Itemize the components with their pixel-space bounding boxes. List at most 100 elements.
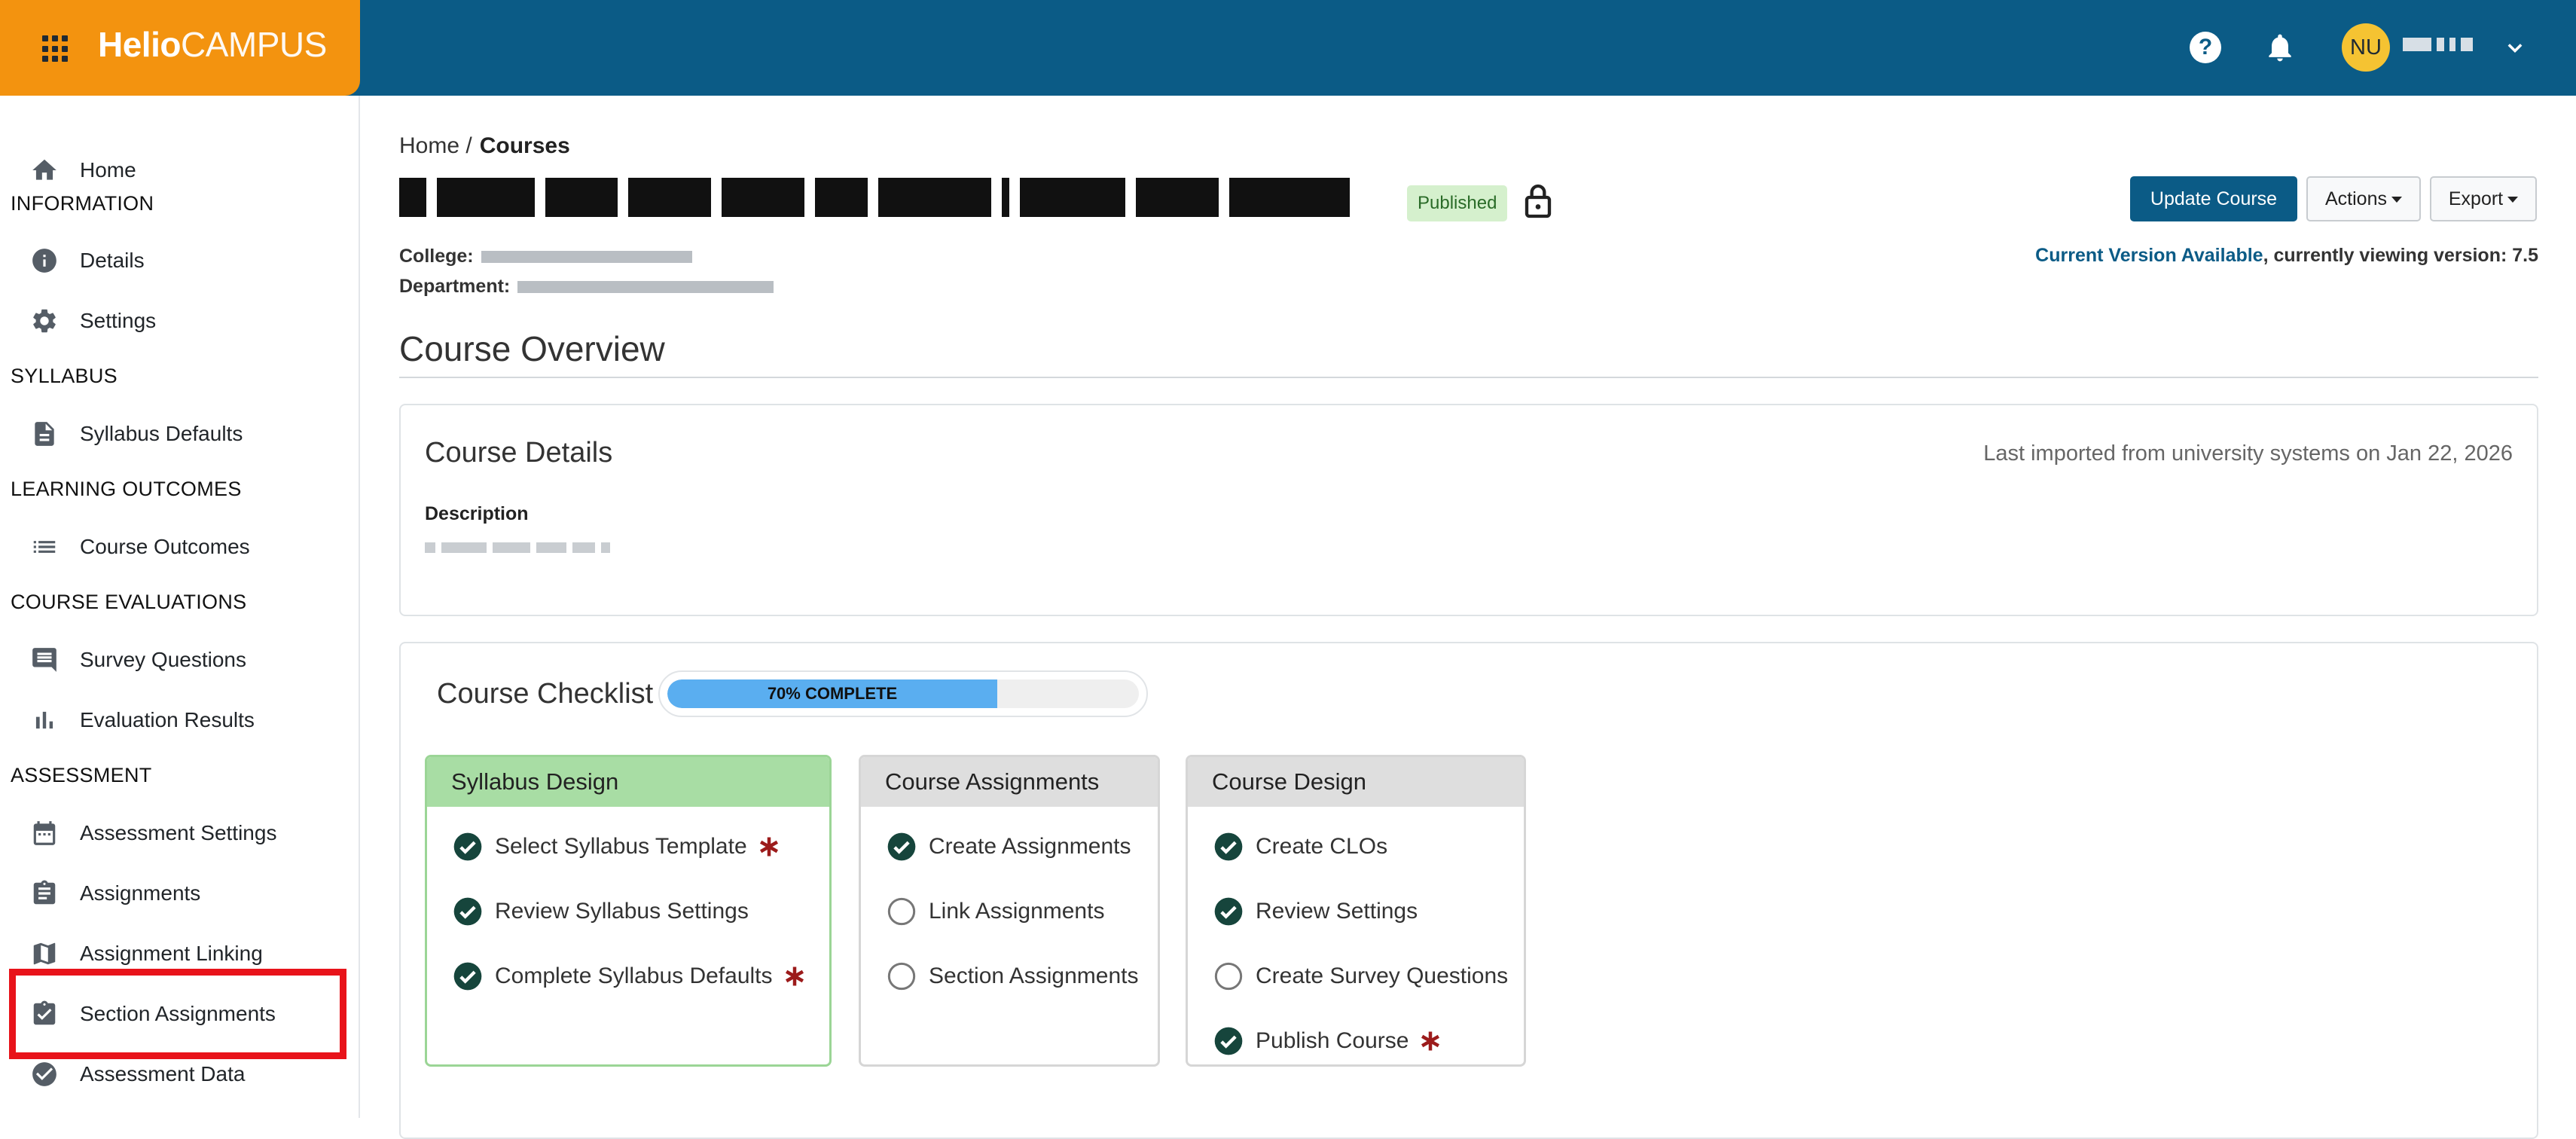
department-value-redacted [517, 281, 774, 294]
card-title: Course Checklist [437, 678, 654, 710]
list-icon [33, 541, 56, 553]
sidebar-item-label: Details [80, 249, 145, 272]
sidebar-item-label: Assignments [80, 881, 201, 905]
course-details-card: Course Details Last imported from univer… [399, 404, 2538, 616]
sidebar-item-label: Survey Questions [80, 648, 246, 671]
checklist-item[interactable]: Create CLOs [1213, 814, 1524, 879]
sidebar-item-assignments[interactable]: Assignments [30, 871, 346, 916]
sidebar: Home INFORMATION Details Settings SYLLAB… [0, 96, 360, 1118]
heliocampus-logo[interactable]: HelioCAMPUS [98, 24, 327, 65]
current-version-link[interactable]: Current Version Available [2035, 245, 2263, 266]
sidebar-item-label: Syllabus Defaults [80, 422, 243, 445]
sidebar-heading-assessment: ASSESSMENT [11, 764, 152, 786]
checklist-group-syllabus-design: Syllabus Design Select Syllabus Template… [425, 755, 832, 1067]
checklist-item[interactable]: Review Syllabus Settings [453, 879, 829, 944]
info-icon [32, 249, 56, 273]
college-label: College: [399, 246, 474, 267]
course-title-redacted [399, 178, 1401, 226]
version-info: Current Version Available, currently vie… [2035, 245, 2538, 267]
map-icon [33, 942, 56, 965]
checklist-item[interactable]: Section Assignments [887, 944, 1158, 1009]
checklist-progress-bar: 70% COMPLETE [658, 670, 1148, 717]
highlight-annotation-box [9, 969, 346, 1059]
required-asterisk-icon [759, 837, 778, 857]
checklist-item-label: Create CLOs [1256, 834, 1388, 859]
college-value-redacted [481, 251, 692, 264]
department-label: Department: [399, 276, 511, 297]
sidebar-item-label: Course Outcomes [80, 535, 250, 558]
checklist-item[interactable]: Create Survey Questions [1213, 944, 1524, 1009]
checklist-item[interactable]: Select Syllabus Template [453, 814, 829, 879]
check-circle-icon [453, 832, 482, 861]
import-status-text: Last imported from university systems on… [1983, 441, 2513, 466]
caret-down-icon [2391, 197, 2402, 203]
sidebar-item-course-outcomes[interactable]: Course Outcomes [30, 524, 346, 570]
chevron-down-icon[interactable] [2504, 38, 2526, 59]
empty-circle-icon [887, 962, 916, 991]
progress-track: 70% COMPLETE [667, 679, 1139, 708]
actions-label: Actions [2325, 188, 2387, 209]
check-circle-icon [32, 1062, 56, 1086]
checklist-item-label: Section Assignments [929, 963, 1139, 988]
checklist-item-label: Create Assignments [929, 834, 1131, 859]
export-label: Export [2448, 188, 2504, 209]
checklist-group-title: Course Assignments [861, 757, 1158, 807]
required-asterisk-icon [785, 966, 804, 986]
department-field: Department: [399, 276, 774, 298]
checklist-item[interactable]: Link Assignments [887, 879, 1158, 944]
user-name-redacted[interactable] [2403, 38, 2484, 57]
brand-area: HelioCAMPUS [0, 0, 360, 96]
export-dropdown-button[interactable]: Export [2430, 176, 2537, 221]
sidebar-item-label: Home [80, 158, 136, 182]
sidebar-item-details[interactable]: Details [30, 238, 346, 283]
college-field: College: [399, 246, 692, 267]
checklist-item-label: Link Assignments [929, 899, 1105, 924]
breadcrumb-current: Courses [479, 133, 570, 158]
checklist-group-course-design: Course Design Create CLOs Review Setting… [1186, 755, 1526, 1067]
checklist-item-label: Review Syllabus Settings [495, 899, 749, 924]
breadcrumb: Home / Courses [399, 133, 570, 159]
checklist-group-course-assignments: Course Assignments Create Assignments Li… [859, 755, 1160, 1067]
breadcrumb-home-link[interactable]: Home / [399, 133, 472, 158]
sidebar-item-home[interactable]: Home [30, 148, 346, 193]
check-circle-icon [453, 962, 482, 991]
help-icon[interactable]: ? [2190, 32, 2221, 63]
empty-circle-icon [1214, 962, 1243, 991]
update-course-button[interactable]: Update Course [2130, 176, 2297, 221]
card-title: Course Details [425, 437, 613, 469]
description-value-redacted [425, 541, 651, 556]
checklist-group-title: Course Design [1188, 757, 1524, 807]
divider [399, 377, 2538, 378]
sidebar-item-settings[interactable]: Settings [30, 298, 346, 344]
user-avatar[interactable]: NU [2342, 23, 2390, 72]
gear-icon [33, 309, 56, 333]
lock-icon[interactable] [1523, 182, 1553, 220]
comment-icon [32, 648, 56, 672]
sidebar-item-survey-questions[interactable]: Survey Questions [30, 637, 346, 682]
home-icon [32, 159, 56, 180]
top-navbar: HelioCAMPUS ? NU [0, 0, 2576, 96]
checklist-item[interactable]: Complete Syllabus Defaults [453, 944, 829, 1009]
app-grid-icon[interactable] [42, 35, 69, 63]
sidebar-heading-course-evaluations: COURSE EVALUATIONS [11, 591, 247, 613]
checklist-item[interactable]: Create Assignments [887, 814, 1158, 879]
sidebar-heading-information: INFORMATION [11, 192, 154, 215]
check-circle-icon [1214, 897, 1243, 926]
checklist-item[interactable]: Publish Course [1213, 1009, 1524, 1064]
checklist-item[interactable]: Review Settings [1213, 879, 1524, 944]
bar-chart-icon [35, 711, 53, 729]
checklist-group-title: Syllabus Design [427, 757, 829, 807]
checklist-item-label: Create Survey Questions [1256, 963, 1509, 988]
sidebar-item-syllabus-defaults[interactable]: Syllabus Defaults [30, 411, 346, 457]
caret-down-icon [2507, 197, 2519, 203]
check-circle-icon [1214, 1027, 1243, 1055]
check-circle-icon [453, 897, 482, 926]
required-asterisk-icon [1421, 1031, 1440, 1051]
progress-label: 70% COMPLETE [767, 684, 898, 703]
sidebar-item-evaluation-results[interactable]: Evaluation Results [30, 698, 346, 743]
notification-bell-icon[interactable] [2263, 30, 2297, 65]
sidebar-item-assessment-settings[interactable]: Assessment Settings [30, 811, 346, 856]
actions-dropdown-button[interactable]: Actions [2306, 176, 2421, 221]
sidebar-item-label: Assessment Settings [80, 821, 277, 844]
check-circle-icon [1214, 832, 1243, 861]
